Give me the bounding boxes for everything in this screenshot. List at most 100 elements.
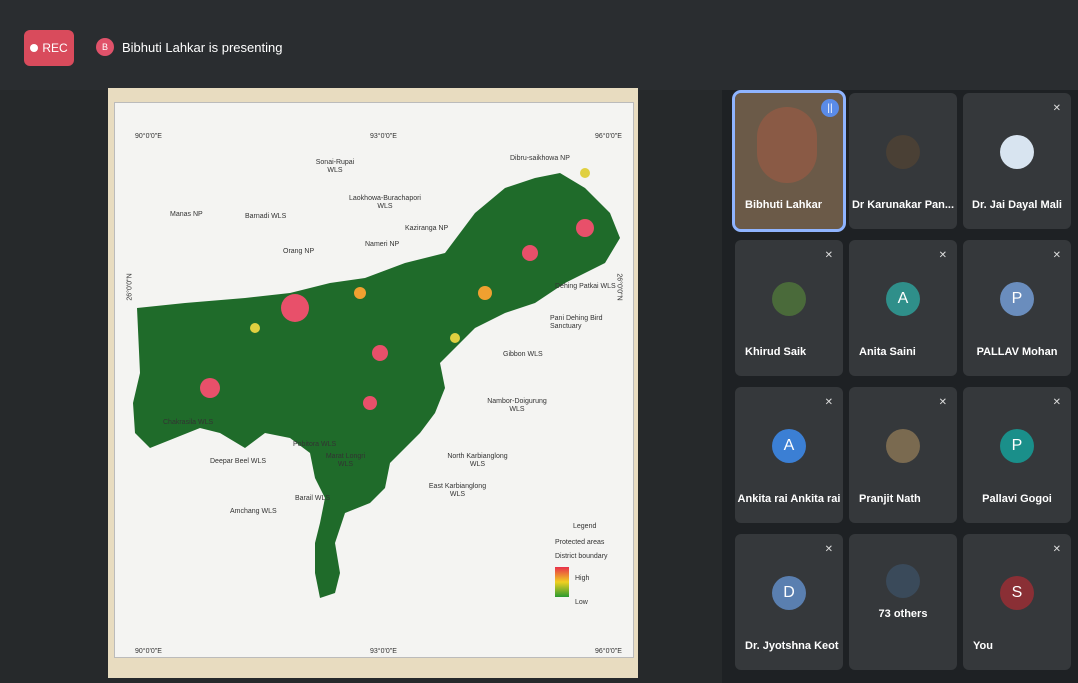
participant-tile[interactable]: ✕ P PALLAV Mohan bbox=[963, 240, 1071, 376]
participant-name: Khirud Saik bbox=[745, 346, 807, 358]
participant-name: You bbox=[973, 640, 993, 652]
hotspot bbox=[354, 287, 366, 299]
left-coord: 26°0'0"N bbox=[126, 273, 134, 301]
map-frame: 90°0'0"E 93°0'0"E 96°0'0"E 90°0'0"E 93°0… bbox=[114, 102, 634, 658]
participant-tile[interactable]: Dr Karunakar Pan... bbox=[849, 93, 957, 229]
hotspot bbox=[580, 168, 590, 178]
participant-avatar: A bbox=[772, 429, 806, 463]
mic-off-icon: ✕ bbox=[1052, 103, 1061, 114]
participant-video bbox=[757, 107, 817, 183]
hotspot bbox=[372, 345, 388, 361]
hotspot bbox=[200, 378, 220, 398]
mic-off-icon: ✕ bbox=[824, 544, 833, 555]
map-label: Manas NP bbox=[170, 211, 203, 218]
presenter-banner: B Bibhuti Lahkar is presenting bbox=[96, 38, 282, 56]
map-label: Gibbon WLS bbox=[503, 351, 543, 358]
map-label: Chakrasila WLS bbox=[163, 419, 214, 426]
hotspot bbox=[281, 294, 309, 322]
map-label: Barnadi WLS bbox=[245, 213, 287, 220]
participant-avatar bbox=[886, 135, 920, 169]
participant-tile[interactable]: ✕ Khirud Saik bbox=[735, 240, 843, 376]
bottom-coord: 90°0'0"E bbox=[135, 648, 162, 655]
participant-name: Ankita rai Ankita rai bbox=[737, 493, 841, 505]
legend-title: Legend bbox=[573, 523, 597, 530]
participant-avatar bbox=[772, 282, 806, 316]
presented-slide: 90°0'0"E 93°0'0"E 96°0'0"E 90°0'0"E 93°0… bbox=[108, 88, 638, 678]
speaking-icon: || bbox=[821, 99, 839, 117]
participant-name: PALLAV Mohan bbox=[976, 346, 1058, 358]
participant-tile[interactable]: || Bibhuti Lahkar bbox=[732, 90, 846, 232]
mic-off-icon: ✕ bbox=[938, 250, 947, 261]
participant-tile-self[interactable]: ✕ S You bbox=[963, 534, 1071, 670]
mic-off-icon: ✕ bbox=[824, 250, 833, 261]
map-label: Nameri NP bbox=[365, 241, 400, 248]
hotspot bbox=[478, 286, 492, 300]
participant-tile[interactable]: ✕ A Anita Saini bbox=[849, 240, 957, 376]
top-bar: REC B Bibhuti Lahkar is presenting bbox=[0, 0, 1078, 90]
rec-label: REC bbox=[42, 41, 68, 55]
hotspot bbox=[250, 323, 260, 333]
legend-item: Protected areas bbox=[555, 539, 605, 546]
others-count: 73 others bbox=[878, 608, 928, 620]
participant-tile-others[interactable]: 73 others bbox=[849, 534, 957, 670]
hotspot bbox=[363, 396, 377, 410]
mic-off-icon: ✕ bbox=[1052, 397, 1061, 408]
map-legend: Legend Protected areas District boundary… bbox=[555, 523, 625, 606]
participant-tile[interactable]: ✕ P Pallavi Gogoi bbox=[963, 387, 1071, 523]
map-label: Pani Dehing Bird Sanctuary bbox=[550, 315, 603, 330]
map-label: Nambor-Doigurung WLS bbox=[487, 398, 547, 413]
participant-name: Dr Karunakar Pan... bbox=[851, 199, 955, 211]
map-label: Dehing Patkai WLS bbox=[555, 283, 616, 290]
participant-grid: || Bibhuti Lahkar Dr Karunakar Pan... ✕ … bbox=[727, 88, 1078, 683]
hotspot bbox=[576, 219, 594, 237]
legend-item: District boundary bbox=[555, 553, 608, 560]
map-label: Amchang WLS bbox=[230, 508, 277, 515]
mic-off-icon: ✕ bbox=[938, 397, 947, 408]
participant-name: Pallavi Gogoi bbox=[982, 493, 1052, 505]
map-label: Sonai-Rupai WLS bbox=[315, 159, 355, 174]
participant-name: Anita Saini bbox=[859, 346, 916, 358]
map-label: Barail WLS bbox=[295, 495, 331, 502]
map-label: Kaziranga NP bbox=[405, 225, 449, 232]
map-label: Laokhowa-Burachapori WLS bbox=[349, 195, 421, 210]
legend-high: High bbox=[575, 575, 590, 582]
hotspot bbox=[522, 245, 538, 261]
participant-name: Dr. Jai Dayal Mali bbox=[972, 199, 1062, 211]
map-label: North Karbianglong WLS bbox=[447, 453, 508, 468]
top-coord: 96°0'0"E bbox=[595, 133, 622, 140]
participant-tile[interactable]: ✕ Dr. Jai Dayal Mali bbox=[963, 93, 1071, 229]
top-coord: 93°0'0"E bbox=[370, 133, 397, 140]
participant-tile[interactable]: ✕ D Dr. Jyotshna Keot bbox=[735, 534, 843, 670]
participant-name: Bibhuti Lahkar bbox=[745, 199, 823, 211]
participant-avatar bbox=[1000, 135, 1034, 169]
participant-avatar: A bbox=[886, 282, 920, 316]
map-label: Marat Longri WLS bbox=[325, 453, 366, 468]
participant-avatar: S bbox=[1000, 576, 1034, 610]
map-label: East Karbianglong WLS bbox=[428, 483, 487, 498]
participant-tile[interactable]: ✕ Pranjit Nath bbox=[849, 387, 957, 523]
bottom-coord: 96°0'0"E bbox=[595, 648, 622, 655]
participant-name: Pranjit Nath bbox=[859, 493, 921, 505]
participant-avatar: P bbox=[1000, 429, 1034, 463]
hotspot bbox=[450, 333, 460, 343]
participant-tile[interactable]: ✕ A Ankita rai Ankita rai bbox=[735, 387, 843, 523]
bottom-coord: 93°0'0"E bbox=[370, 648, 397, 655]
map-label: Dibru-saikhowa NP bbox=[510, 155, 570, 162]
presenter-avatar: B bbox=[96, 38, 114, 56]
legend-low: Low bbox=[575, 599, 588, 606]
participant-avatar: D bbox=[772, 576, 806, 610]
recording-indicator[interactable]: REC bbox=[24, 30, 74, 66]
mic-off-icon: ✕ bbox=[1052, 544, 1061, 555]
map-label: Deepar Beel WLS bbox=[210, 458, 267, 465]
legend-gradient bbox=[555, 567, 569, 597]
presenter-text: Bibhuti Lahkar is presenting bbox=[122, 39, 283, 55]
map-label: Orang NP bbox=[283, 248, 315, 255]
participant-name: Dr. Jyotshna Keot bbox=[745, 640, 839, 652]
others-avatars bbox=[886, 564, 920, 598]
mic-off-icon: ✕ bbox=[824, 397, 833, 408]
participant-avatar bbox=[886, 429, 920, 463]
participant-avatar: P bbox=[1000, 282, 1034, 316]
record-dot-icon bbox=[30, 44, 39, 52]
map-label: Pobitora WLS bbox=[293, 441, 337, 448]
top-coord: 90°0'0"E bbox=[135, 133, 162, 140]
